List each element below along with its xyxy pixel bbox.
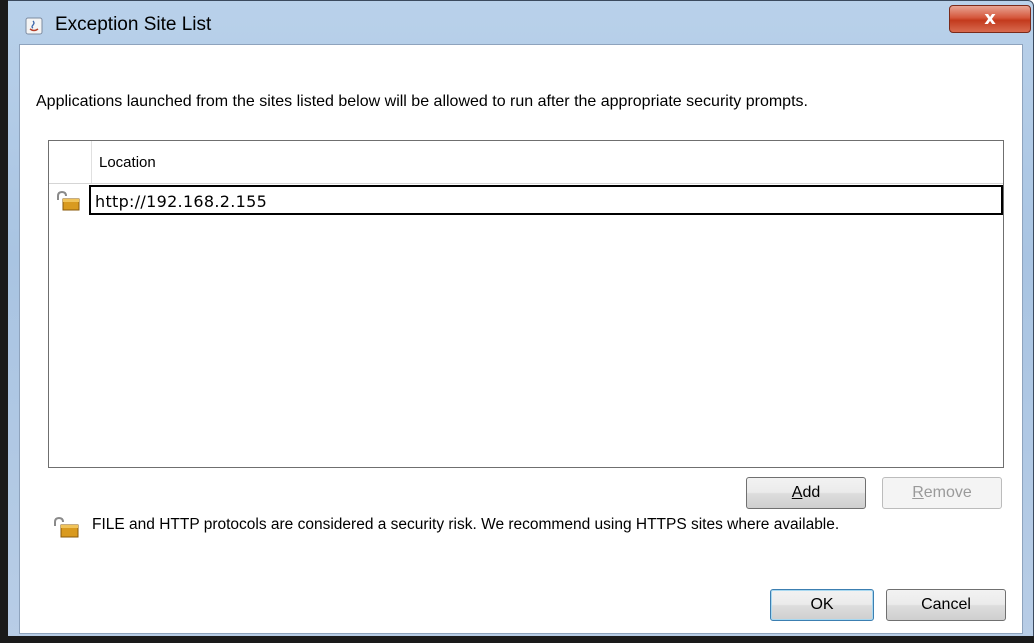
add-label-rest: dd — [802, 484, 821, 501]
description-text: Applications launched from the sites lis… — [36, 93, 808, 110]
table-header: Location — [49, 141, 1003, 184]
security-warning-text: FILE and HTTP protocols are considered a… — [92, 516, 840, 533]
add-mnemonic: A — [791, 484, 803, 501]
dialog-window: Exception Site List x Applications launc… — [0, 0, 1034, 643]
title-bar[interactable]: Exception Site List x — [9, 3, 1031, 41]
window-title: Exception Site List — [55, 14, 212, 35]
insecure-lock-icon — [57, 191, 80, 211]
remove-mnemonic: R — [912, 484, 924, 501]
site-list-table[interactable]: Location http://192.168.2.155 — [48, 140, 1004, 468]
remove-button[interactable]: Remove — [882, 477, 1002, 509]
warning-lock-icon — [54, 516, 79, 538]
background-edge-bottom — [0, 636, 1034, 643]
add-button[interactable]: Add — [746, 477, 866, 509]
table-row[interactable]: http://192.168.2.155 — [49, 185, 1003, 215]
close-button[interactable]: x — [949, 5, 1031, 33]
cancel-button[interactable]: Cancel — [886, 589, 1006, 621]
location-url: http://192.168.2.155 — [95, 192, 268, 211]
location-cell[interactable]: http://192.168.2.155 — [89, 185, 1003, 215]
background-edge — [0, 0, 8, 643]
java-app-icon — [25, 17, 43, 35]
dialog-content: Applications launched from the sites lis… — [19, 44, 1023, 634]
location-column-header[interactable]: Location — [99, 154, 156, 171]
remove-label-rest: emove — [923, 484, 972, 501]
close-icon: x — [984, 8, 996, 29]
ok-button[interactable]: OK — [770, 589, 874, 621]
header-separator — [91, 141, 92, 183]
